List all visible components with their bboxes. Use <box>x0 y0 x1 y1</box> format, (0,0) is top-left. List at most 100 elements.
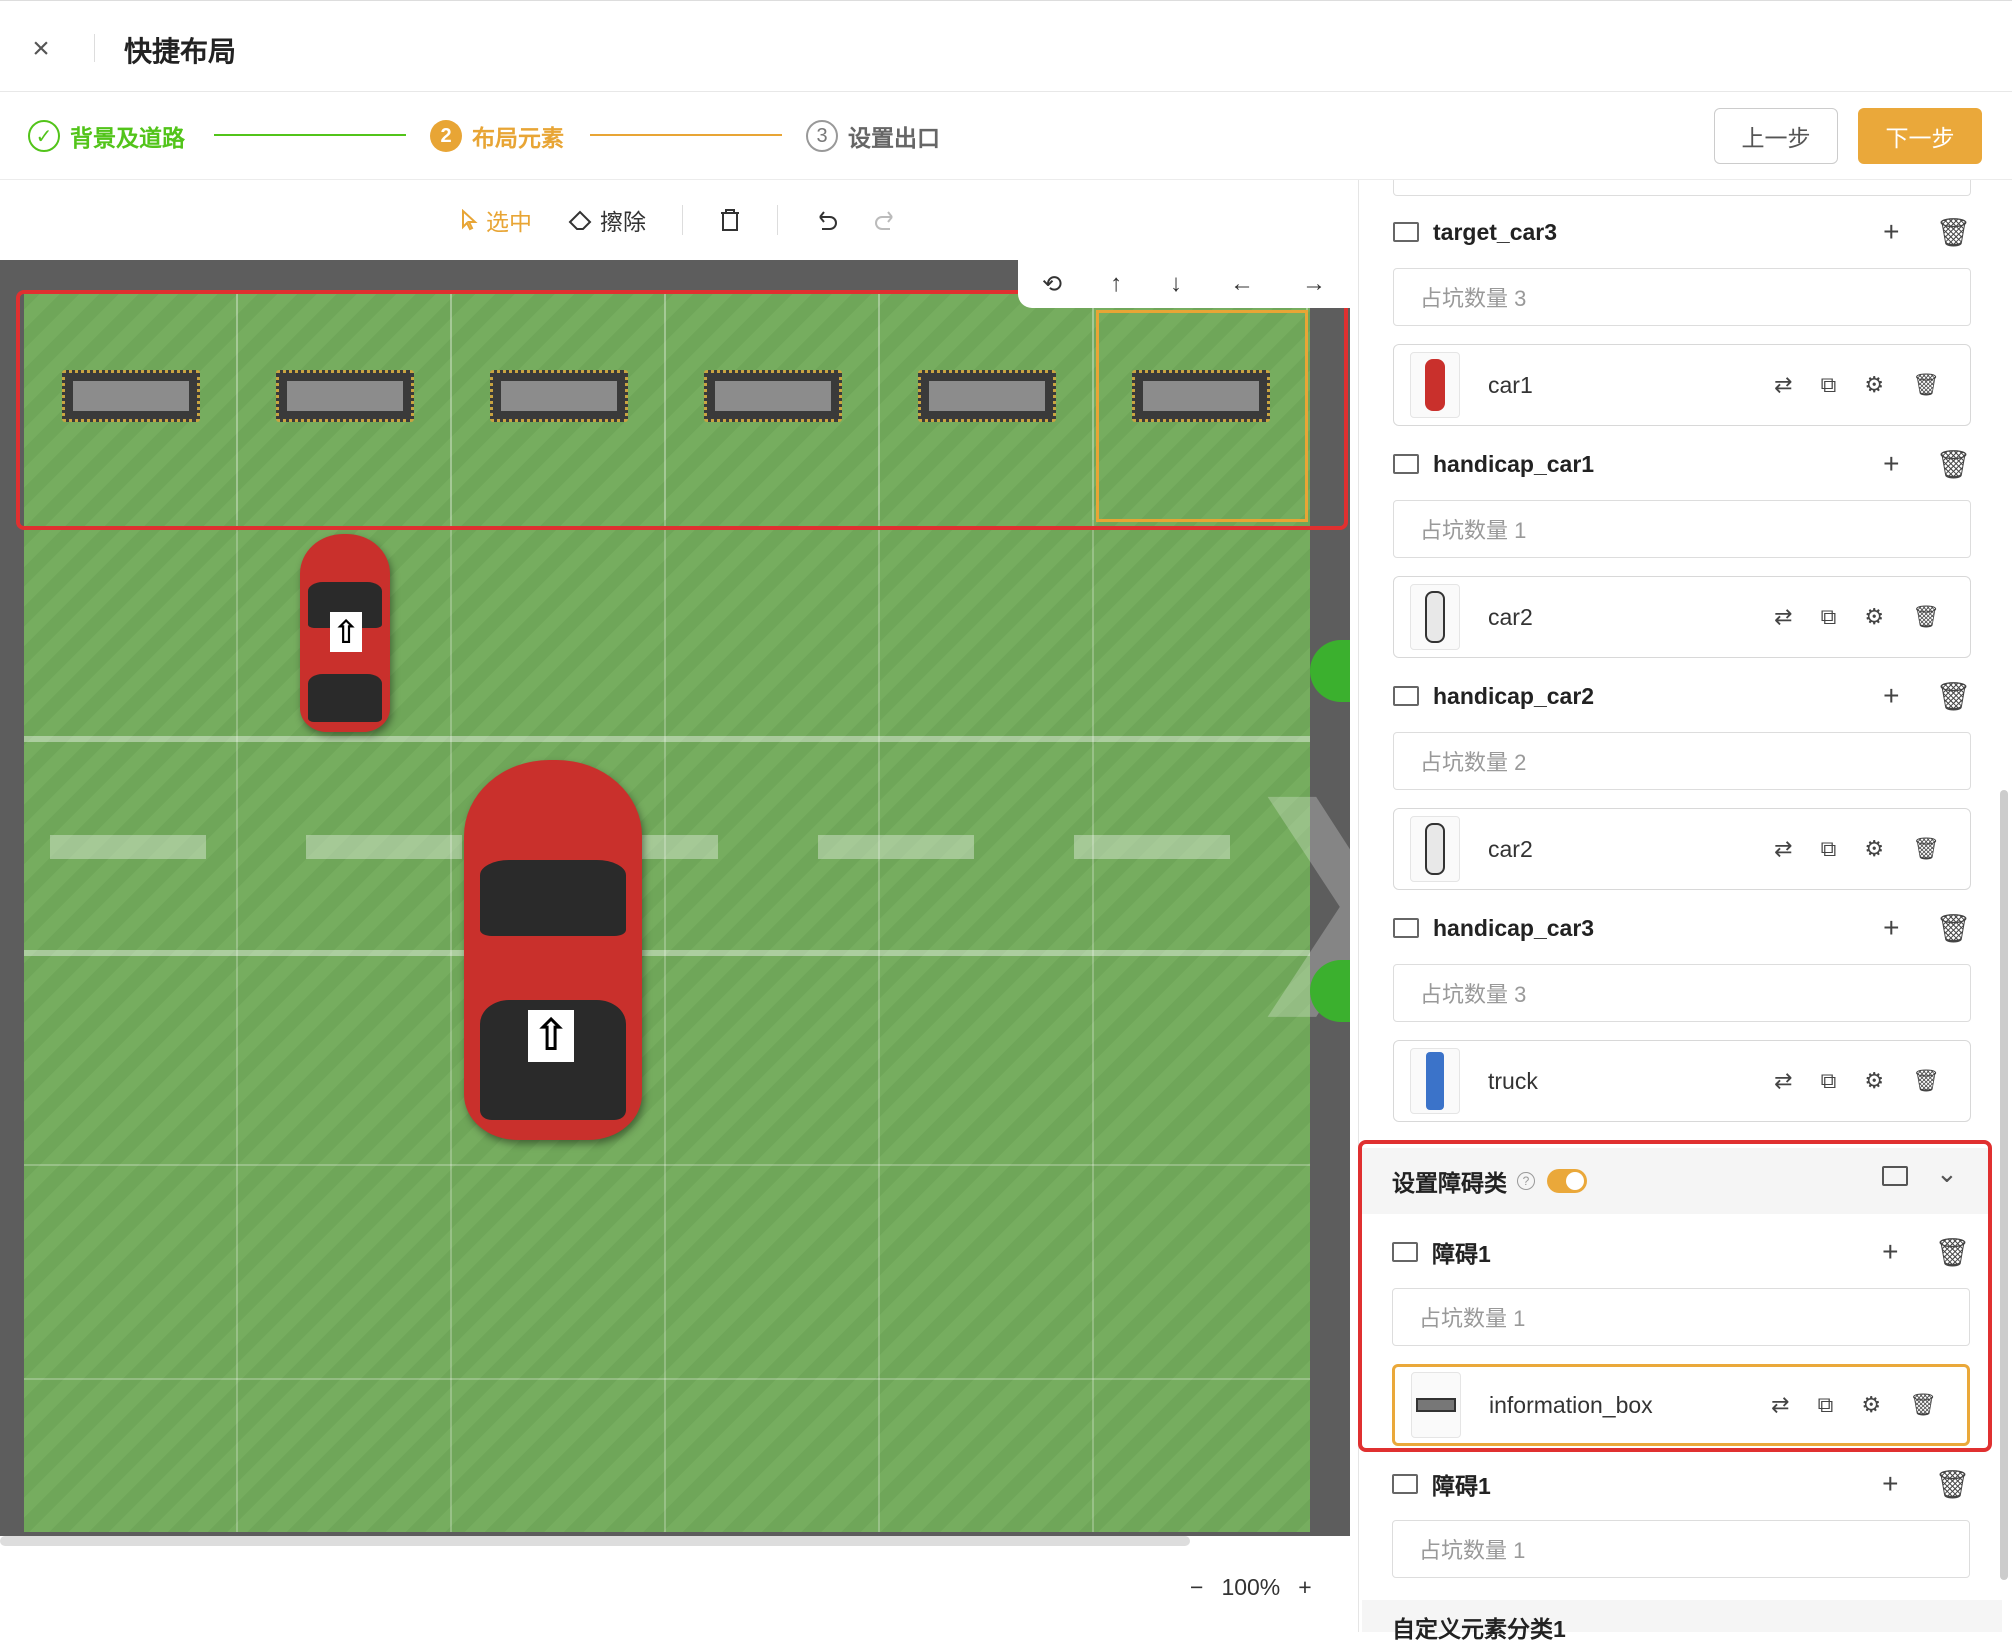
element-card[interactable]: car2 ⇄ ⧉ ⚙ 🗑 <box>1393 808 1971 890</box>
group-header[interactable]: handicap_car1 + 🗑 <box>1393 436 1971 492</box>
trash-icon[interactable]: 🗑 <box>1935 448 1971 481</box>
add-icon[interactable]: + <box>1882 1468 1898 1501</box>
settings-icon[interactable]: ⚙ <box>1864 1068 1884 1094</box>
group-header[interactable]: handicap_car3 + 🗑 <box>1393 900 1971 956</box>
move-up-icon[interactable]: ↑ <box>1110 270 1122 298</box>
step-label: 背景及道路 <box>70 125 185 151</box>
redo-icon[interactable] <box>874 209 898 231</box>
divider <box>94 34 95 62</box>
erase-label: 擦除 <box>600 209 646 235</box>
copy-icon[interactable]: ⧉ <box>1821 1068 1837 1094</box>
add-icon[interactable]: + <box>1883 912 1899 945</box>
move-down-icon[interactable]: ↓ <box>1170 270 1182 298</box>
section-title: 自定义元素分类1 <box>1392 1616 1566 1642</box>
group-name: 障碍1 <box>1432 1473 1491 1499</box>
grid-line <box>878 520 880 1532</box>
settings-icon[interactable]: ⚙ <box>1864 836 1884 862</box>
replace-icon[interactable]: ⇄ <box>1774 836 1792 862</box>
lane-dash <box>306 835 462 859</box>
move-right-icon[interactable]: → <box>1302 270 1326 298</box>
add-icon[interactable]: + <box>1883 680 1899 713</box>
grid-line <box>1092 520 1094 1532</box>
zoom-in-button[interactable]: + <box>1298 1574 1311 1601</box>
replace-icon[interactable]: ⇄ <box>1774 372 1792 398</box>
count-field[interactable]: 占坑数量 1 <box>1393 500 1971 558</box>
page-title: 快捷布局 <box>124 36 237 67</box>
grid-line <box>664 520 666 1532</box>
lane-dash <box>1074 835 1230 859</box>
group-name: target_car3 <box>1433 218 1558 245</box>
folder-icon <box>1393 918 1419 938</box>
zoom-out-button[interactable]: − <box>1190 1574 1203 1601</box>
trash-icon[interactable]: 🗑 <box>1935 216 1971 249</box>
trash-icon[interactable]: 🗑 <box>1934 1468 1970 1501</box>
element-card[interactable]: car2 ⇄ ⧉ ⚙ 🗑 <box>1393 576 1971 658</box>
count-field[interactable]: 占坑数量 2 <box>1393 732 1971 790</box>
panel-scrollbar[interactable] <box>2000 790 2008 1580</box>
prev-step-button[interactable]: 上一步 <box>1714 108 1838 164</box>
folder-icon <box>1392 1474 1418 1494</box>
copy-icon[interactable]: ⧉ <box>1821 604 1837 630</box>
step-number: 3 <box>806 120 838 152</box>
copy-icon[interactable]: ⧉ <box>1821 372 1837 398</box>
steps-bar <box>0 92 2012 180</box>
group-header[interactable]: handicap_car2 + 🗑 <box>1393 668 1971 724</box>
select-tool[interactable]: 选中 <box>460 203 532 237</box>
trash-icon[interactable] <box>719 208 741 232</box>
car-small[interactable]: ⇧ <box>300 534 390 732</box>
lane-dash <box>818 835 974 859</box>
element-card[interactable]: car1 ⇄ ⧉ ⚙ 🗑 <box>1393 344 1971 426</box>
count-field[interactable]: 占坑数量 3 <box>1393 268 1971 326</box>
group-header[interactable]: 障碍1 + 🗑 <box>1392 1456 1970 1512</box>
road-edge <box>24 736 1310 742</box>
step-background-road[interactable]: ✓ 背景及道路 <box>28 119 185 153</box>
arrow-up-icon: ⇧ <box>330 612 362 652</box>
divider <box>682 205 683 235</box>
step-number: 2 <box>430 120 462 152</box>
rotate-icon[interactable]: ⟲ <box>1042 270 1062 299</box>
erase-tool[interactable]: 擦除 <box>568 203 646 237</box>
folder-icon <box>1393 222 1419 242</box>
horizontal-scrollbar[interactable] <box>0 1536 1190 1546</box>
obstacle-highlight <box>1358 1140 1992 1452</box>
move-left-icon[interactable]: ← <box>1230 270 1254 298</box>
count-field[interactable]: 占坑数量 1 <box>1392 1520 1970 1578</box>
close-icon[interactable]: × <box>26 34 56 64</box>
exit-marker <box>1310 640 1350 702</box>
replace-icon[interactable]: ⇄ <box>1774 1068 1792 1094</box>
group-name: handicap_car1 <box>1433 450 1595 477</box>
grid-line <box>236 520 238 1532</box>
replace-icon[interactable]: ⇄ <box>1774 604 1792 630</box>
next-step-button[interactable]: 下一步 <box>1858 108 1982 164</box>
trash-icon[interactable]: 🗑 <box>1912 604 1940 630</box>
count-field[interactable]: 占坑数量 3 <box>1393 964 1971 1022</box>
element-mini-toolbar: ⟲ ↑ ↓ ← → <box>1018 260 1350 308</box>
step-connector <box>214 134 406 136</box>
trash-icon[interactable]: 🗑 <box>1912 1068 1940 1094</box>
trash-icon[interactable]: 🗑 <box>1935 912 1971 945</box>
element-name: car1 <box>1488 371 1533 398</box>
trash-icon[interactable]: 🗑 <box>1912 836 1940 862</box>
step-label: 布局元素 <box>472 125 564 151</box>
trash-icon[interactable]: 🗑 <box>1935 680 1971 713</box>
copy-icon[interactable]: ⧉ <box>1821 836 1837 862</box>
step-set-exit[interactable]: 3 设置出口 <box>806 119 940 153</box>
group-name: handicap_car2 <box>1433 682 1595 709</box>
element-card[interactable]: truck ⇄ ⧉ ⚙ 🗑 <box>1393 1040 1971 1122</box>
truck-thumbnail <box>1410 1048 1460 1114</box>
settings-icon[interactable]: ⚙ <box>1864 604 1884 630</box>
zoom-control: − 100% + <box>1190 1574 1312 1601</box>
trash-icon[interactable]: 🗑 <box>1912 372 1940 398</box>
car-large[interactable]: ⇧ <box>464 760 642 1140</box>
grid-line <box>450 520 452 1532</box>
step-layout-elements[interactable]: 2 布局元素 <box>430 119 564 153</box>
folder-icon <box>1393 686 1419 706</box>
add-icon[interactable]: + <box>1883 216 1899 249</box>
group-header[interactable]: target_car3 + 🗑 <box>1393 204 1971 260</box>
rear-window <box>308 674 382 722</box>
undo-icon[interactable] <box>814 209 838 231</box>
folder-icon <box>1393 454 1419 474</box>
add-icon[interactable]: + <box>1883 448 1899 481</box>
zoom-level: 100% <box>1221 1574 1281 1600</box>
settings-icon[interactable]: ⚙ <box>1864 372 1884 398</box>
